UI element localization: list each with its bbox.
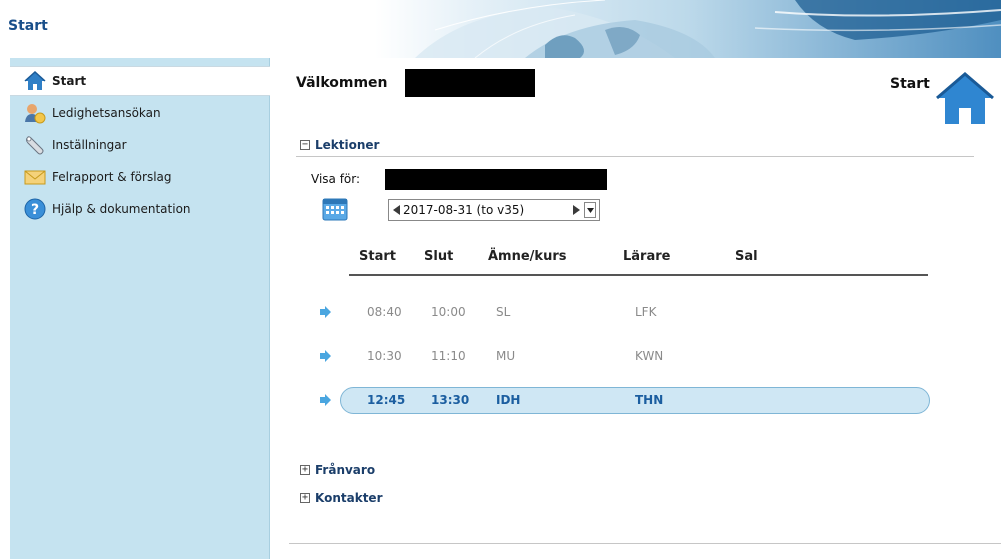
svg-text:?: ? [31, 202, 39, 218]
page-title: Start [890, 76, 930, 92]
sidebar-item-label: Hjälp & dokumentation [52, 202, 191, 216]
section-franvaro-label: Frånvaro [315, 463, 376, 477]
column-header-amne: Ämne/kurs [488, 249, 567, 264]
table-row[interactable]: 08:40 10:00 SL LFK [289, 298, 1001, 326]
section-franvaro-toggle[interactable]: + Frånvaro [300, 463, 375, 477]
cell-slut: 10:00 [431, 305, 466, 319]
envelope-icon [24, 170, 46, 185]
column-header-larare: Lärare [623, 249, 671, 264]
welcome-heading: Välkommen [296, 75, 388, 91]
sidebar-item-label: Ledighetsansökan [52, 106, 161, 120]
cell-start: 10:30 [367, 349, 402, 363]
expand-icon: + [300, 492, 310, 503]
date-dropdown-button[interactable] [584, 202, 596, 218]
main-content: Välkommen Start − Lektioner Visa för: 20… [289, 58, 1001, 559]
redacted-username [405, 69, 535, 97]
date-picker[interactable]: 2017-08-31 (to v35) [388, 199, 600, 221]
sidebar-item-start[interactable]: Start [10, 66, 270, 96]
section-kontakter-toggle[interactable]: + Kontakter [300, 491, 382, 505]
cell-start: 12:45 [367, 393, 406, 407]
home-large-icon [936, 72, 994, 124]
cell-larare: KWN [635, 349, 664, 363]
collapse-icon: − [300, 139, 310, 150]
header-bar: Start [0, 0, 1001, 58]
column-header-start: Start [359, 249, 396, 264]
globe-banner-image [375, 0, 1001, 58]
expand-icon: + [300, 464, 310, 475]
cell-slut: 13:30 [431, 393, 470, 407]
section-lektioner-label: Lektioner [315, 138, 380, 152]
row-arrow-icon [320, 306, 331, 318]
cell-larare: LFK [635, 305, 657, 319]
visa-for-label: Visa för: [311, 172, 361, 186]
help-icon: ? [24, 198, 46, 220]
column-header-slut: Slut [424, 249, 454, 264]
table-row-current[interactable]: 12:45 13:30 IDH THN [289, 386, 1001, 414]
cell-larare: THN [635, 393, 664, 407]
wrench-icon [26, 136, 44, 155]
sidebar-item-label: Start [52, 74, 87, 88]
redacted-student-select[interactable] [385, 169, 607, 190]
section-divider [296, 156, 974, 157]
sidebar: Start Ledighetsansökan Inställningar Fel… [10, 58, 270, 559]
header-title: Start [8, 18, 48, 34]
arrow-right-icon [573, 205, 580, 215]
cell-start: 08:40 [367, 305, 402, 319]
chevron-down-icon [586, 207, 594, 213]
next-date-button[interactable] [570, 200, 584, 220]
table-header-divider [349, 274, 928, 276]
sidebar-item-felrapport[interactable]: Felrapport & förslag [10, 162, 270, 192]
sidebar-item-label: Felrapport & förslag [52, 170, 172, 184]
sidebar-item-hjalp[interactable]: ? Hjälp & dokumentation [10, 194, 270, 224]
cell-amne: IDH [496, 393, 521, 407]
user-leave-icon [25, 104, 46, 124]
section-kontakter-label: Kontakter [315, 491, 383, 505]
bottom-divider [289, 543, 1001, 544]
row-arrow-icon [320, 350, 331, 362]
cell-amne: MU [496, 349, 516, 363]
cell-slut: 11:10 [431, 349, 466, 363]
section-lektioner-toggle[interactable]: − Lektioner [300, 138, 379, 152]
calendar-icon[interactable] [322, 195, 348, 221]
row-arrow-icon [320, 394, 331, 406]
sidebar-item-ledighetsansokan[interactable]: Ledighetsansökan [10, 98, 270, 128]
previous-date-button[interactable] [389, 200, 403, 220]
column-header-sal: Sal [735, 249, 758, 264]
home-icon [24, 70, 46, 90]
sidebar-item-label: Inställningar [52, 138, 127, 152]
table-row[interactable]: 10:30 11:10 MU KWN [289, 342, 1001, 370]
date-value: 2017-08-31 (to v35) [403, 203, 525, 217]
cell-amne: SL [496, 305, 511, 319]
arrow-left-icon [393, 205, 400, 215]
sidebar-item-installningar[interactable]: Inställningar [10, 130, 270, 160]
